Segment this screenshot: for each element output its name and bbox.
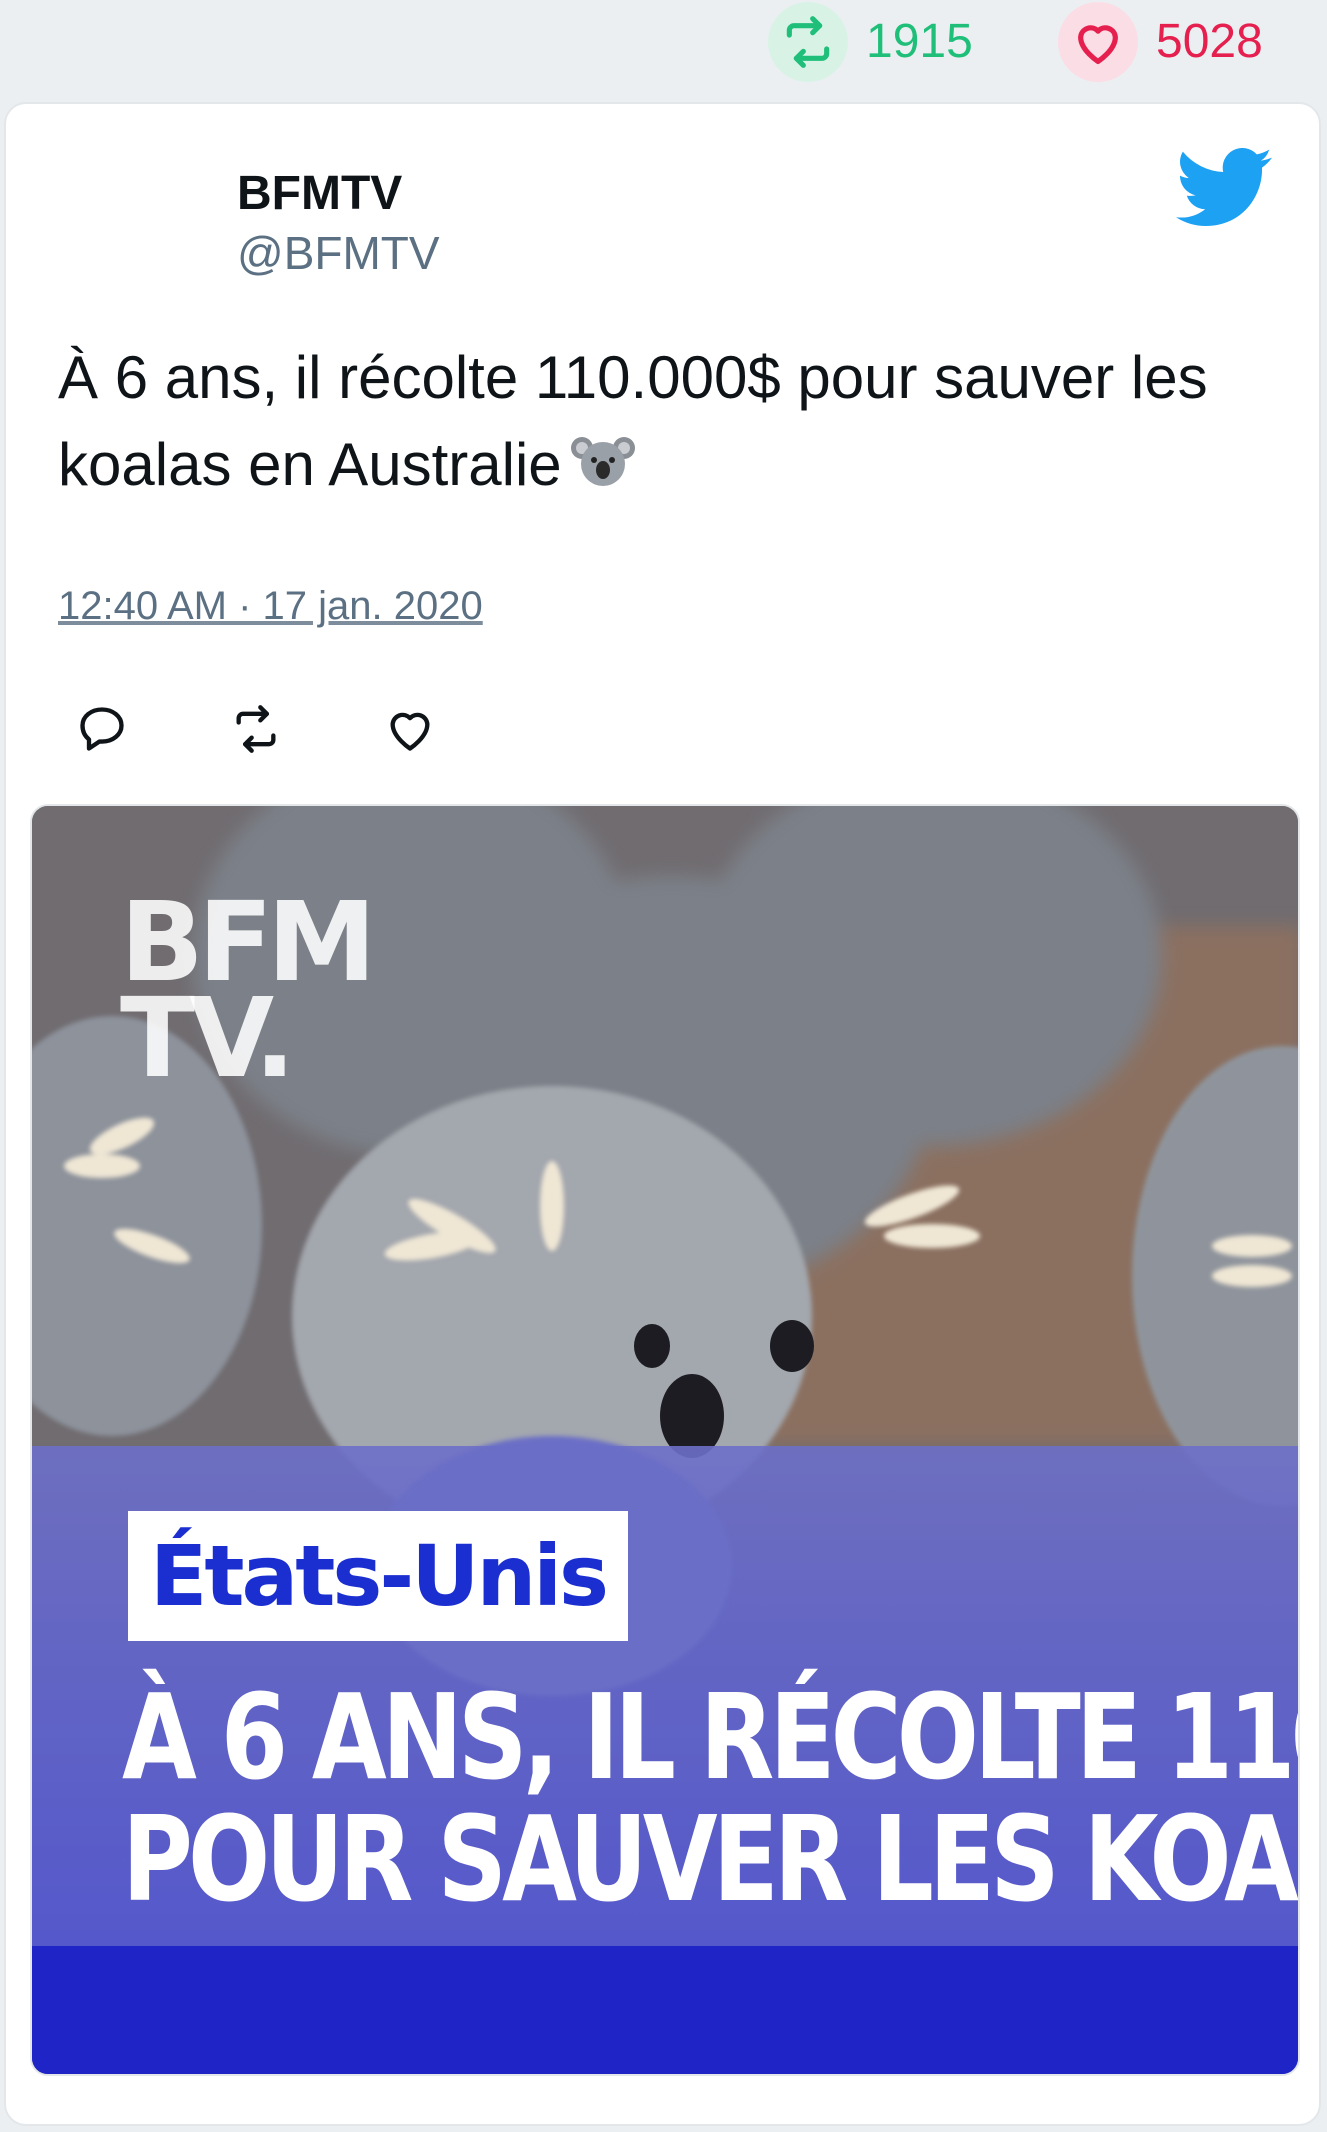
headline-line1: À 6 ANS, IL RÉCOLTE 110 [122, 1668, 1300, 1806]
like-action-icon[interactable] [380, 699, 440, 759]
tweet-text: À 6 ans, il récolte 110.000$ pour sauver… [58, 334, 1278, 513]
like-count: 5028 [1156, 15, 1263, 68]
retweet-icon[interactable] [768, 2, 848, 82]
retweet-stat[interactable]: 1915 [768, 2, 973, 82]
headline-line2: POUR SAUVER LES KOALAS [122, 1790, 1298, 1928]
country-tag: États-Unis [128, 1511, 629, 1641]
reply-icon[interactable] [72, 699, 132, 759]
author-handle[interactable]: @BFMTV [237, 226, 440, 280]
stats-bar: 1915 5028 [0, 0, 1327, 100]
retweet-count: 1915 [866, 15, 973, 68]
heart-icon[interactable] [1058, 2, 1138, 82]
tweet-media-image[interactable]: BFM TV. États-Unis À 6 ANS, IL RÉCOLTE 1… [30, 804, 1300, 2076]
like-stat[interactable]: 5028 [1058, 2, 1263, 82]
media-headline: À 6 ANS, IL RÉCOLTE 110 POUR SAUVER LES … [122, 1668, 1300, 1928]
bfmtv-logo: BFM TV. [120, 887, 376, 1093]
retweet-action-icon[interactable] [226, 699, 286, 759]
tweet-timestamp[interactable]: 12:40 AM · 17 jan. 2020 [58, 584, 483, 629]
koala-emoji [570, 426, 636, 513]
twitter-bird-icon[interactable] [1176, 147, 1272, 233]
author-name[interactable]: BFMTV [237, 166, 402, 221]
tweet-card: BFMTV @BFMTV À 6 ans, il récolte 110.000… [4, 102, 1321, 2126]
